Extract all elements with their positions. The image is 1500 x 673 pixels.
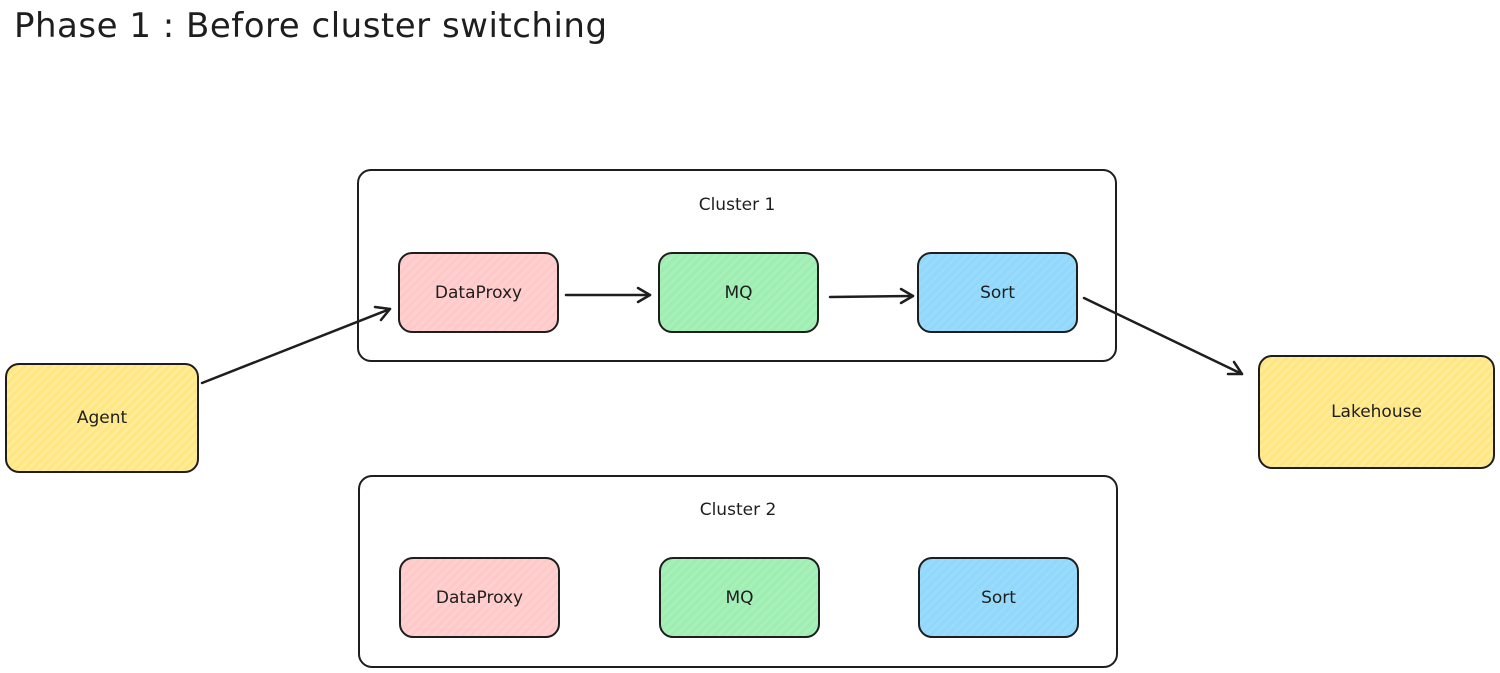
diagram-title: Phase 1 : Before cluster switching [14,6,608,46]
node-label: Lakehouse [1331,402,1422,422]
node-label: Sort [980,282,1015,303]
cluster-2-dataproxy-node[interactable]: DataProxy [399,557,560,638]
node-label: DataProxy [435,587,524,608]
cluster-2-mq-node[interactable]: MQ [659,557,820,638]
cluster-2-label: Cluster 2 [699,500,777,520]
cluster-1-mq-node[interactable]: MQ [658,252,819,333]
node-label: DataProxy [434,282,523,303]
node-label: Agent [76,408,128,428]
node-label: MQ [724,282,753,303]
cluster-1-sort-node[interactable]: Sort [917,252,1078,333]
cluster-1-label: Cluster 1 [698,195,776,215]
cluster-2-sort-node[interactable]: Sort [918,557,1079,638]
node-label: MQ [725,587,754,608]
cluster-1-dataproxy-node[interactable]: DataProxy [398,252,559,333]
agent-node[interactable]: Agent [5,363,199,473]
node-label: Sort [981,587,1016,608]
lakehouse-node[interactable]: Lakehouse [1258,355,1495,469]
